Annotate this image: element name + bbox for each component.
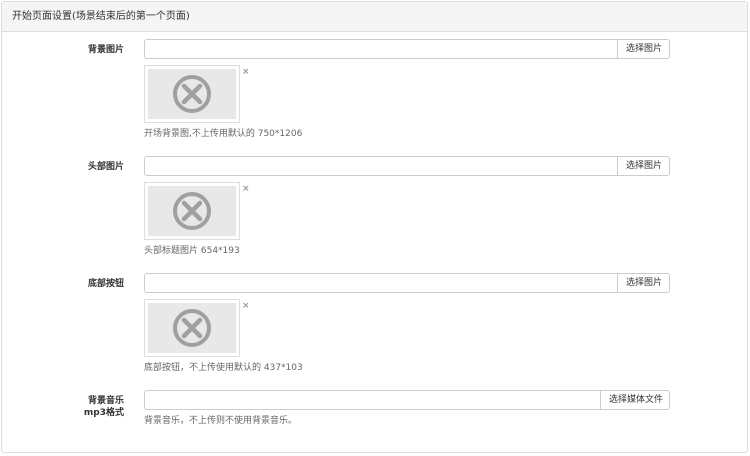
bottom-button-preview [144, 299, 240, 357]
header-image-placeholder [148, 186, 236, 236]
background-image-select-button[interactable]: 选择图片 [617, 39, 670, 59]
background-music-input[interactable] [144, 390, 600, 410]
background-music-select-button[interactable]: 选择媒体文件 [600, 390, 670, 410]
header-image-label: 头部图片 [87, 162, 124, 172]
background-image-input[interactable] [144, 39, 617, 59]
background-music-input-group: 选择媒体文件 [144, 390, 670, 410]
background-image-help-text: 开场背景图,不上传用默认的 750*1206 [144, 129, 303, 139]
header-image-select-button[interactable]: 选择图片 [617, 156, 670, 176]
header-image-input[interactable] [144, 156, 617, 176]
broken-image-x-icon [173, 192, 211, 230]
bottom-button-input-group: 选择图片 [144, 273, 670, 293]
background-music-label-line1: 背景音乐 [87, 396, 124, 406]
panel-title: 开始页面设置(场景结束后的第一个页面) [2, 2, 747, 32]
background-image-input-group: 选择图片 [144, 39, 670, 59]
background-image-label: 背景图片 [87, 45, 124, 55]
bottom-button-help-text: 底部按钮，不上传使用默认的 437*103 [144, 363, 303, 373]
start-page-settings-panel: 开始页面设置(场景结束后的第一个页面) 背景图片 选择图片 × 开场背景图,不上… [1, 1, 748, 453]
background-image-placeholder [148, 69, 236, 119]
background-music-label: 背景音乐 mp3格式 [84, 395, 124, 419]
header-image-input-group: 选择图片 [144, 156, 670, 176]
header-image-help-text: 头部标题图片 654*193 [144, 246, 240, 256]
bottom-button-input[interactable] [144, 273, 617, 293]
background-image-preview [144, 65, 240, 123]
header-image-remove-icon[interactable]: × [242, 185, 250, 194]
background-music-help-text: 背景音乐，不上传则不使用背景音乐。 [144, 416, 298, 426]
bottom-button-label: 底部按钮 [87, 279, 124, 289]
bottom-button-remove-icon[interactable]: × [242, 302, 250, 311]
header-image-preview [144, 182, 240, 240]
background-music-label-line2: mp3格式 [83, 408, 124, 418]
bottom-button-placeholder [148, 303, 236, 353]
broken-image-x-icon [173, 75, 211, 113]
bottom-button-select-button[interactable]: 选择图片 [617, 273, 670, 293]
broken-image-x-icon [173, 309, 211, 347]
background-image-remove-icon[interactable]: × [242, 68, 250, 77]
